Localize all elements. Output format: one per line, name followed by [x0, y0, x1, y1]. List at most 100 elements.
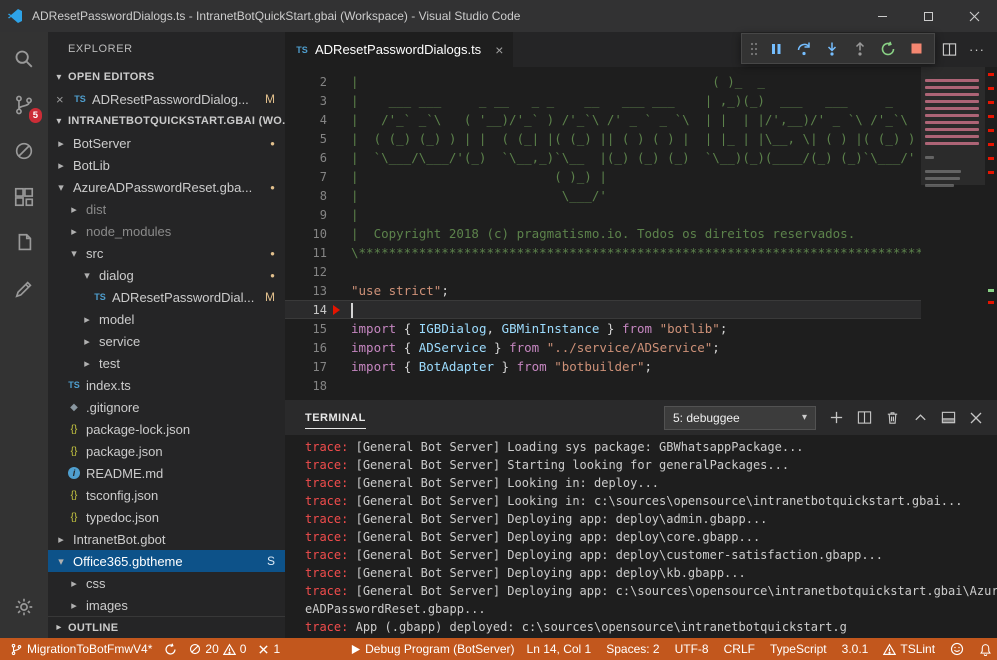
code-line-5: 5| ( (_) (_) ) | | ( (_| |( (_) || ( ) (…: [285, 129, 921, 148]
activity-bar: 5: [0, 32, 48, 638]
tree-item-test[interactable]: ▸test: [48, 352, 285, 374]
tree-item-src[interactable]: ▾src●: [48, 242, 285, 264]
outline-section[interactable]: ▸ OUTLINE: [48, 616, 285, 638]
code-line-8: 8| \___/' |: [285, 186, 921, 205]
stop-button[interactable]: [903, 36, 929, 62]
typescript-file-icon: TS: [73, 94, 87, 104]
cursor-position-button[interactable]: Ln 14, Col 1: [527, 642, 592, 656]
chevron-right-icon: ▸: [51, 622, 67, 633]
minimize-button[interactable]: [859, 0, 905, 32]
tab-adresetpassworddialogs[interactable]: TS ADResetPasswordDialogs.ts ×: [285, 32, 513, 67]
tree-item-typedoc-json[interactable]: {}typedoc.json: [48, 506, 285, 528]
notifications-bell-button[interactable]: [979, 643, 992, 656]
terminal-line: trace: [General Bot Server] Starting loo…: [305, 458, 997, 476]
code-line-10: 10| Copyright 2018 (c) pragmatismo.io. T…: [285, 224, 921, 243]
workspace-section[interactable]: ▾ INTRANETBOTQUICKSTART.GBAI (WO...: [48, 110, 285, 132]
more-actions-icon[interactable]: ···: [969, 42, 985, 57]
tree-item-botlib[interactable]: ▸BotLib: [48, 154, 285, 176]
chevron-right-icon: ▸: [67, 599, 81, 612]
encoding-button[interactable]: UTF-8: [675, 642, 709, 656]
tree-item-office365-gbtheme[interactable]: ▾Office365.gbthemeS: [48, 550, 285, 572]
tab-close-icon[interactable]: ×: [495, 42, 503, 58]
open-editor-label: ADResetPasswordDialog...: [92, 92, 249, 107]
files-icon[interactable]: [0, 220, 48, 266]
search-icon[interactable]: [0, 36, 48, 82]
tree-item-tsconfig-json[interactable]: {}tsconfig.json: [48, 484, 285, 506]
window-title: ADResetPasswordDialogs.ts - IntranetBotQ…: [32, 9, 520, 23]
terminal-selector[interactable]: 5: debuggee ▾: [664, 406, 816, 430]
terminal-line: trace: [General Bot Server] Looking in: …: [305, 494, 997, 512]
panel-layout-icon[interactable]: [941, 410, 956, 425]
extensions-icon[interactable]: [0, 174, 48, 220]
tree-item-azureadpasswordreset-gba-[interactable]: ▾AzureADPasswordReset.gba...●: [48, 176, 285, 198]
chevron-right-icon: ▸: [67, 225, 81, 238]
git-branch-button[interactable]: MigrationToBotFmwV4*: [10, 642, 152, 656]
chevron-down-icon: ▾: [54, 555, 68, 568]
restart-button[interactable]: [875, 36, 901, 62]
chevron-down-icon: ▾: [80, 269, 94, 282]
kill-terminal-icon[interactable]: [885, 410, 900, 425]
ts-version-button[interactable]: 3.0.1: [842, 642, 869, 656]
extra-status-button[interactable]: 1: [258, 642, 280, 656]
terminal-output[interactable]: trace: [General Bot Server] Loading sys …: [285, 435, 997, 638]
tree-item-intranetbot-gbot[interactable]: ▸IntranetBot.gbot: [48, 528, 285, 550]
warning-count: 0: [240, 642, 247, 656]
tree-item--gitignore[interactable]: ◆.gitignore: [48, 396, 285, 418]
tree-item-readme-md[interactable]: iREADME.md: [48, 462, 285, 484]
step-out-button[interactable]: [847, 36, 873, 62]
tree-item-model[interactable]: ▸model: [48, 308, 285, 330]
tree-item-package-json[interactable]: {}package.json: [48, 440, 285, 462]
language-button[interactable]: TypeScript: [770, 642, 827, 656]
modified-dot-icon: ●: [270, 183, 275, 192]
tree-item-css[interactable]: ▸css: [48, 572, 285, 594]
maximize-panel-icon[interactable]: [913, 410, 928, 425]
error-marker-icon: [333, 305, 340, 315]
git-status-badge: S: [267, 554, 275, 568]
close-panel-icon[interactable]: [969, 411, 983, 425]
pause-button[interactable]: [763, 36, 789, 62]
terminal-line: trace: [General Bot Server] Loading sys …: [305, 440, 997, 458]
feedback-smiley-button[interactable]: [950, 642, 964, 656]
indentation-button[interactable]: Spaces: 2: [606, 642, 659, 656]
tree-item-node-modules[interactable]: ▸node_modules: [48, 220, 285, 242]
problems-button[interactable]: 20 0: [189, 642, 246, 656]
step-into-button[interactable]: [819, 36, 845, 62]
open-editor-item[interactable]: × TS ADResetPasswordDialog... M: [48, 88, 285, 110]
drag-handle-icon[interactable]: [747, 36, 761, 62]
split-editor-icon[interactable]: [942, 42, 957, 57]
code-editor[interactable]: 2| ( )_ _ |3| ___ ___ _ __ _ _ __ ___ __…: [285, 67, 997, 400]
tree-item-service[interactable]: ▸service: [48, 330, 285, 352]
gear-icon[interactable]: [0, 584, 48, 630]
sync-button[interactable]: [164, 643, 177, 656]
terminal-tab[interactable]: TERMINAL: [305, 407, 366, 429]
minimap-slider[interactable]: [921, 67, 985, 185]
maximize-button[interactable]: [905, 0, 951, 32]
tree-item-package-lock-json[interactable]: {}package-lock.json: [48, 418, 285, 440]
split-terminal-icon[interactable]: [857, 410, 872, 425]
debug-target-button[interactable]: Debug Program (BotServer): [350, 642, 514, 656]
editor-area: TS ADResetPasswordDialogs.ts × ···: [285, 32, 997, 638]
code-line-14: 14: [285, 300, 921, 319]
code-line-18: 18: [285, 376, 921, 395]
code-line-6: 6| `\___/\___/'(_) `\__,_)`\__ |(_) (_) …: [285, 148, 921, 167]
step-over-button[interactable]: [791, 36, 817, 62]
chevron-right-icon: ▸: [67, 203, 81, 216]
tree-item-index-ts[interactable]: TSindex.ts: [48, 374, 285, 396]
tree-item-botserver[interactable]: ▸BotServer●: [48, 132, 285, 154]
edit-icon[interactable]: [0, 266, 48, 312]
close-button[interactable]: [951, 0, 997, 32]
tree-item-dist[interactable]: ▸dist: [48, 198, 285, 220]
tree-item-adresetpassworddial-[interactable]: TSADResetPasswordDial...M: [48, 286, 285, 308]
tree-item-images[interactable]: ▸images: [48, 594, 285, 616]
debug-toolbar: [741, 33, 935, 64]
new-terminal-icon[interactable]: [829, 410, 844, 425]
close-editor-icon[interactable]: ×: [56, 92, 68, 107]
eol-button[interactable]: CRLF: [724, 642, 755, 656]
debug-icon[interactable]: [0, 128, 48, 174]
source-control-icon[interactable]: 5: [0, 82, 48, 128]
json-file-icon: {}: [67, 490, 81, 501]
open-editors-section[interactable]: ▾ OPEN EDITORS: [48, 66, 285, 88]
minimap[interactable]: [921, 67, 985, 400]
tslint-status-button[interactable]: TSLint: [883, 642, 935, 656]
tree-item-dialog[interactable]: ▾dialog●: [48, 264, 285, 286]
